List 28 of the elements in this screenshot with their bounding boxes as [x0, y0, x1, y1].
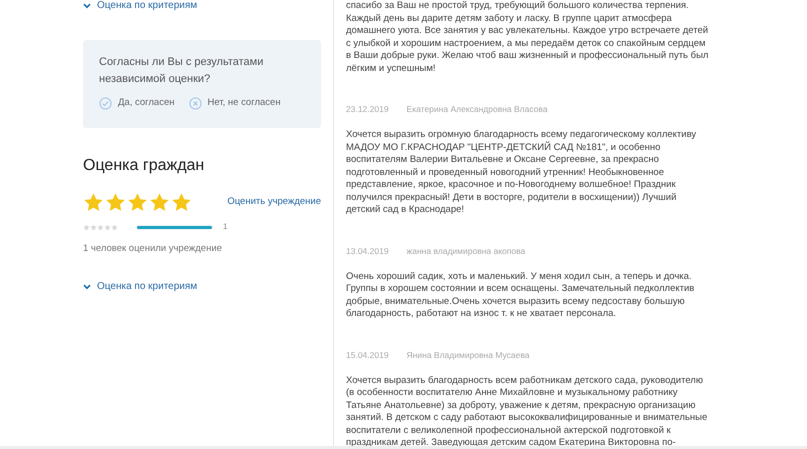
- criteria-link[interactable]: Оценка по критериям: [83, 281, 321, 294]
- agreement-question: Согласны ли Вы с результатами независимой оценки?: [99, 55, 264, 87]
- review-author: жанна владимировна акопова: [406, 244, 526, 256]
- star-icon: [83, 192, 104, 213]
- cross-circle-icon: [188, 96, 202, 110]
- section-heading: Оценка граждан: [83, 156, 206, 176]
- chevron-down-icon: [83, 3, 91, 9]
- rating-count: 1: [223, 221, 228, 233]
- review-date: 15.04.2019: [346, 348, 389, 360]
- review-text: Очень хороший садик, хоть и маленький. У меня ходил сын, а теперь и дочка. Группы в хорошем состоянии и всем оснащены. Замечательный педколлектив добрые, внимательные.Очень хочется выразить всему педсоставу большую благодарность, работают на износ т. к не хватает персонала.: [346, 270, 696, 320]
- criteria-link[interactable]: Оценка по критериям: [83, 0, 198, 12]
- rate-link[interactable]: Оценить учреждение: [227, 195, 321, 210]
- review-author: Янина Владимировна Мусаева: [406, 348, 530, 360]
- agreement-option[interactable]: Нет, не согласен: [188, 96, 281, 110]
- rating-summary: 1 человек оценили учреждение: [83, 242, 223, 256]
- star-icon: [149, 192, 170, 213]
- chevron-down-icon: [83, 284, 91, 290]
- review-date: 23.12.2019: [346, 103, 389, 115]
- review-text: Хочется выразить огромную благодарность всему педагогическому коллективу МАДОУ МО Г.КРАСНОДАР "ЦЕНТР-ДЕТСКИЙ САД №181", и особенно воспитателям Валерии Витальевне и Оксане Сергеевне, за прекрасно подготовленный и проведенный новогодний утренник! Необыкновенное представление, яркое, красочное и по-Новогоднему волшебное! Праздник получился прекрасный! Дети в восторге, родители в восхищении)) Лучший детский сад в Краснодаре!: [346, 129, 698, 216]
- review-text: спасибо за Ваш не простой труд, требующий большого количества терпения. Каждый день вы дарите детям заботу и ласку. В группе царит атмосфера домашнего уюта. Все занятия у вас увлекательны. Каждое утро встречаете детей с улыбкой и хорошим настроением, а мы передаём деток со спакойным сердцем в Ваши добрые руки. Желаю чтоб ваш жизненный и профессиональный путь был лёгким и успешным!: [346, 0, 710, 75]
- review-date: 13.04.2019: [346, 244, 389, 256]
- star-icon: [171, 192, 192, 213]
- star-icon: [105, 192, 126, 213]
- agreement-option[interactable]: Да, согласен: [99, 96, 174, 110]
- star-icon: [127, 192, 148, 213]
- review-text: Хочется выразить благодарность всем работникам детского сада, руководителю (в особенности воспитателю Анне Михайловне и музыкальному работнику Татьяне Анатольевне) за доброту, уважение к детям, прекрасную организацию занятий. В детском с саду работают высококвалифицированные и внимательные воспитатели с великолепной профессиональной актерской подготовкой к праздникам детей. Заведующая детским садом Екатерина Викторовна по-: [346, 374, 708, 449]
- review-author: Екатерина Александровна Власова: [406, 103, 548, 115]
- check-circle-icon: [99, 96, 112, 110]
